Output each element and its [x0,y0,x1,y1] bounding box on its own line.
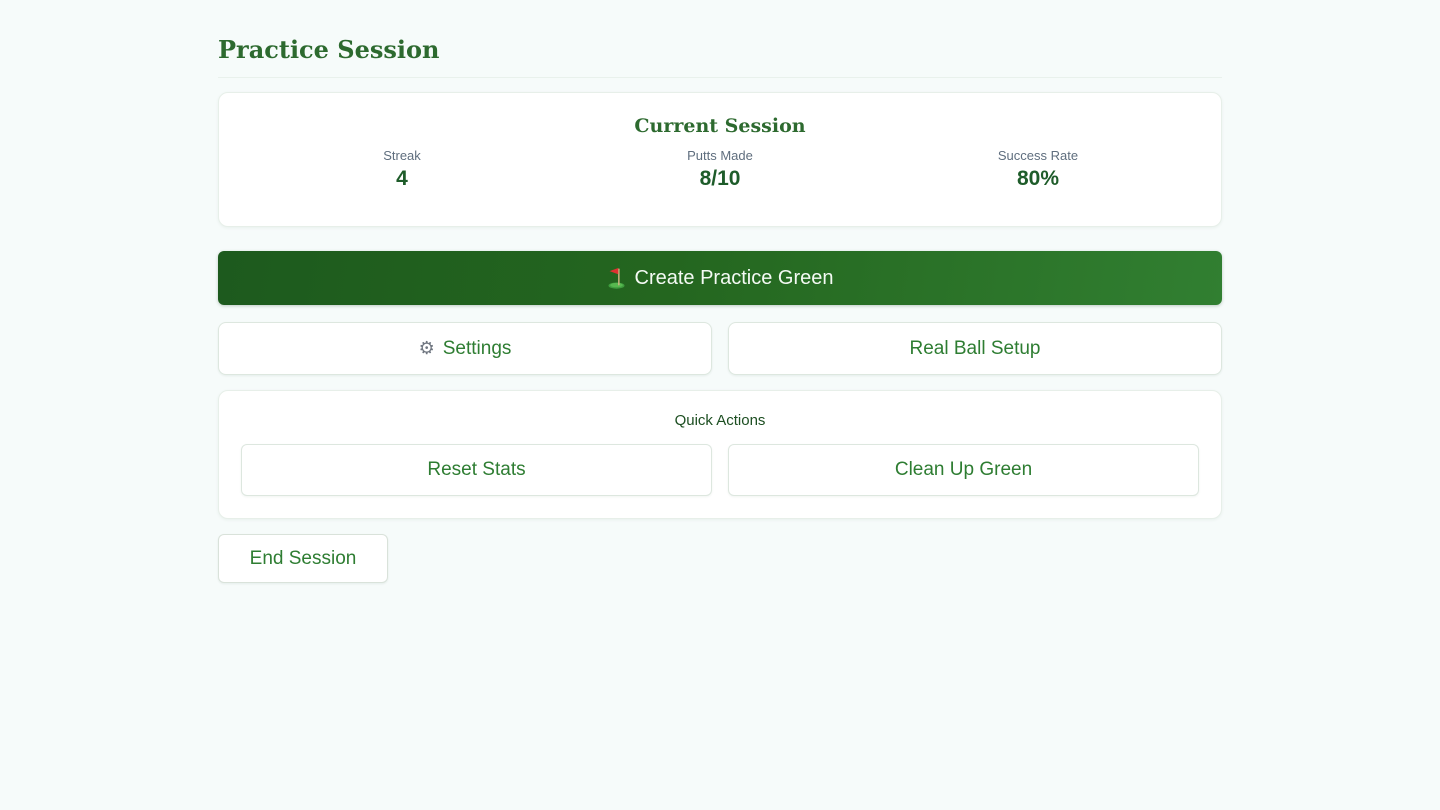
stat-success-rate: Success Rate 80% [879,148,1197,192]
reset-stats-label: Reset Stats [427,459,525,481]
stat-putts-made: Putts Made 8/10 [561,148,879,192]
stat-putts-made-label: Putts Made [561,148,879,164]
current-session-card: Current Session Streak 4 Putts Made 8/10… [218,92,1222,227]
clean-up-green-label: Clean Up Green [895,459,1032,481]
stat-success-rate-value: 80% [879,166,1197,192]
session-stats-row: Streak 4 Putts Made 8/10 Success Rate 80… [243,148,1197,192]
clean-up-green-button[interactable]: Clean Up Green [728,444,1199,496]
real-ball-setup-button[interactable]: Real Ball Setup [728,322,1222,375]
reset-stats-button[interactable]: Reset Stats [241,444,712,496]
page-title: Practice Session [218,36,1222,64]
end-session-button[interactable]: End Session [218,534,388,583]
quick-actions-title: Quick Actions [241,412,1199,430]
session-card-title: Current Session [243,114,1197,138]
create-practice-green-button[interactable]: Create Practice Green [218,251,1222,305]
quick-actions-row: Reset Stats Clean Up Green [241,444,1199,496]
create-practice-green-label: Create Practice Green [635,267,834,290]
stat-streak: Streak 4 [243,148,561,192]
title-divider [218,77,1222,78]
real-ball-setup-label: Real Ball Setup [910,338,1041,360]
settings-label: Settings [443,338,512,360]
stat-putts-made-value: 8/10 [561,166,879,192]
golf-flag-icon [607,267,626,289]
settings-button[interactable]: ⚙ Settings [218,322,712,375]
stat-streak-value: 4 [243,166,561,192]
quick-actions-card: Quick Actions Reset Stats Clean Up Green [218,390,1222,519]
gear-icon: ⚙ [419,338,435,359]
end-session-label: End Session [250,548,357,570]
stat-streak-label: Streak [243,148,561,164]
stat-success-rate-label: Success Rate [879,148,1197,164]
secondary-button-row: ⚙ Settings Real Ball Setup [218,322,1222,375]
practice-session-page: Practice Session Current Session Streak … [218,0,1222,583]
